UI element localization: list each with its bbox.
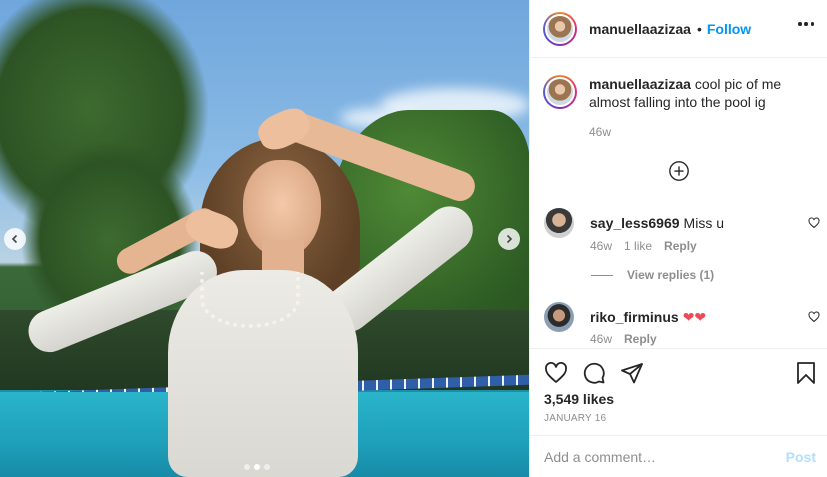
chevron-right-icon bbox=[506, 234, 513, 244]
view-replies-label: View replies (1) bbox=[627, 268, 715, 282]
more-icon bbox=[798, 22, 802, 26]
caption-avatar[interactable] bbox=[543, 75, 577, 109]
share-button[interactable] bbox=[620, 361, 644, 388]
comment-time[interactable]: 46w bbox=[590, 239, 612, 253]
comment-meta: 46w 1 like Reply bbox=[590, 239, 697, 253]
reply-button[interactable]: Reply bbox=[624, 332, 657, 346]
post-header: manuellaazizaa • Follow bbox=[530, 0, 827, 58]
post-actions: 3,549 likes JANUARY 16 Post bbox=[530, 348, 827, 476]
comment-text: Miss u bbox=[683, 215, 724, 231]
post-comment-button[interactable]: Post bbox=[786, 449, 816, 465]
commenter-avatar[interactable] bbox=[544, 208, 574, 238]
separator-dot: • bbox=[696, 20, 702, 37]
post-side-panel: manuellaazizaa • Follow manuellaazizaa c… bbox=[529, 0, 827, 477]
add-comment-bar: Post bbox=[530, 435, 827, 477]
instagram-post-view: manuellaazizaa • Follow manuellaazizaa c… bbox=[0, 0, 827, 477]
carousel-prev-button[interactable] bbox=[4, 228, 26, 250]
carousel-next-button[interactable] bbox=[498, 228, 520, 250]
caption-text-block: manuellaazizaa cool pic of me almost fal… bbox=[589, 75, 818, 111]
heart-icon[interactable] bbox=[808, 311, 820, 323]
carousel-dot bbox=[244, 464, 250, 470]
view-replies-button[interactable]: View replies (1) bbox=[591, 268, 714, 282]
heart-icon bbox=[545, 362, 567, 383]
author-username[interactable]: manuellaazizaa bbox=[589, 21, 691, 37]
comment-button[interactable] bbox=[582, 361, 606, 388]
carousel-dot-active bbox=[254, 464, 260, 470]
comment-item: riko_firminus ❤❤ 46w Reply bbox=[544, 302, 820, 346]
save-button[interactable] bbox=[794, 361, 818, 388]
share-icon bbox=[621, 363, 643, 384]
reply-button[interactable]: Reply bbox=[664, 239, 697, 253]
bookmark-icon bbox=[797, 362, 815, 384]
carousel-dot bbox=[264, 464, 270, 470]
post-photo[interactable] bbox=[0, 0, 529, 477]
post-date[interactable]: JANUARY 16 bbox=[544, 413, 606, 424]
comment-username[interactable]: say_less6969 bbox=[590, 215, 680, 231]
comment-item: say_less6969 Miss u 46w 1 like Reply bbox=[544, 208, 820, 253]
plus-circle-icon[interactable] bbox=[668, 160, 690, 182]
chevron-left-icon bbox=[11, 234, 18, 244]
comment-input[interactable] bbox=[544, 448, 786, 465]
action-icons bbox=[544, 361, 644, 388]
likes-count[interactable]: 3,549 likes bbox=[544, 391, 614, 407]
comment-likes[interactable]: 1 like bbox=[624, 239, 652, 253]
post-caption: manuellaazizaa cool pic of me almost fal… bbox=[543, 75, 818, 139]
like-button[interactable] bbox=[544, 361, 568, 388]
comment-text: ❤❤ bbox=[682, 308, 707, 325]
lace-neckline bbox=[200, 272, 300, 328]
comment-icon bbox=[583, 362, 605, 384]
caption-username[interactable]: manuellaazizaa bbox=[589, 76, 691, 92]
heart-icon[interactable] bbox=[808, 217, 820, 229]
carousel-dots bbox=[244, 464, 270, 470]
more-options-button[interactable] bbox=[798, 22, 814, 26]
divider-line bbox=[591, 274, 613, 276]
follow-button[interactable]: Follow bbox=[707, 21, 751, 37]
comment-username[interactable]: riko_firminus bbox=[590, 309, 679, 325]
commenter-avatar[interactable] bbox=[544, 302, 574, 332]
comment-meta: 46w Reply bbox=[590, 332, 657, 346]
caption-time[interactable]: 46w bbox=[589, 125, 611, 139]
author-avatar[interactable] bbox=[543, 11, 577, 46]
comment-time[interactable]: 46w bbox=[590, 332, 612, 346]
